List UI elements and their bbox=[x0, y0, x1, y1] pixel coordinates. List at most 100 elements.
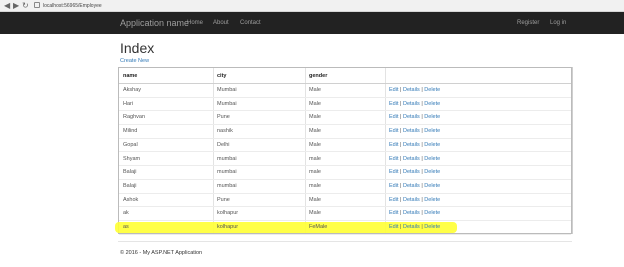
table-row: Balaji mumbai male Edit | Details | Delete bbox=[119, 180, 571, 194]
header-gender: gender bbox=[309, 73, 328, 79]
cell-city: kolhapur bbox=[217, 224, 239, 230]
link-separator: | bbox=[421, 169, 423, 176]
edit-link[interactable]: Edit bbox=[389, 114, 398, 120]
cell-city: mumbai bbox=[217, 155, 237, 162]
brand-link[interactable]: Application name bbox=[120, 17, 189, 29]
back-icon[interactable]: ◀ bbox=[4, 1, 10, 11]
delete-link[interactable]: Delete bbox=[424, 101, 440, 107]
row-actions: Edit | Details | Delete bbox=[389, 153, 440, 167]
delete-link[interactable]: Delete bbox=[424, 142, 440, 148]
link-separator: | bbox=[421, 210, 423, 217]
edit-link[interactable]: Edit bbox=[389, 169, 398, 175]
cell-gender: Male bbox=[309, 210, 321, 217]
details-link[interactable]: Details bbox=[403, 87, 420, 93]
cell-city: Delhi bbox=[217, 141, 230, 148]
link-separator: | bbox=[400, 128, 402, 135]
cell-name: Ashok bbox=[123, 196, 139, 203]
table-shadow bbox=[572, 67, 573, 234]
details-link[interactable]: Details bbox=[403, 210, 420, 216]
cell-name: ak bbox=[123, 210, 129, 217]
link-separator: | bbox=[421, 87, 423, 93]
cell-city: mumbai bbox=[217, 182, 237, 189]
link-separator: | bbox=[400, 155, 402, 162]
row-actions: Edit | Details | Delete bbox=[389, 166, 440, 180]
footer-text: © 2016 - My ASP.NET Application bbox=[120, 250, 203, 256]
row-actions: Edit | Details | Delete bbox=[389, 111, 440, 125]
nav-register-link[interactable]: Register bbox=[517, 19, 539, 27]
edit-link[interactable]: Edit bbox=[389, 197, 398, 203]
link-separator: | bbox=[400, 196, 402, 203]
page-icon bbox=[34, 2, 40, 8]
delete-link[interactable]: Delete bbox=[424, 169, 440, 175]
edit-link[interactable]: Edit bbox=[389, 156, 398, 162]
cell-name: Raghvan bbox=[123, 114, 146, 121]
link-separator: | bbox=[421, 100, 423, 107]
footer-divider bbox=[118, 241, 572, 242]
cell-name: Hari bbox=[123, 100, 134, 107]
cell-name: Shyam bbox=[123, 155, 141, 162]
link-separator: | bbox=[400, 210, 402, 217]
table-row: Raghvan Pune Male Edit | Details | Delete bbox=[119, 111, 571, 126]
details-link[interactable]: Details bbox=[403, 197, 420, 203]
row-actions: Edit | Details | Delete bbox=[389, 221, 440, 235]
cell-city: Mumbai bbox=[217, 87, 237, 93]
row-actions: Edit | Details | Delete bbox=[389, 194, 440, 208]
link-separator: | bbox=[400, 100, 402, 107]
cell-name: Gopal bbox=[123, 141, 138, 148]
forward-icon[interactable]: ▶ bbox=[13, 1, 19, 11]
details-link[interactable]: Details bbox=[403, 101, 420, 107]
table-row: Hari Mumbai Male Edit | Details | Delete bbox=[119, 98, 571, 112]
link-separator: | bbox=[421, 128, 423, 135]
details-link[interactable]: Details bbox=[403, 183, 420, 189]
link-separator: | bbox=[400, 114, 402, 121]
table-row: as kolhapur FeMale Edit | Details | Delete bbox=[115, 221, 571, 235]
details-link[interactable]: Details bbox=[403, 156, 420, 162]
table-row: Milind nashik Male Edit | Details | Delete bbox=[119, 125, 571, 139]
link-separator: | bbox=[400, 87, 402, 93]
delete-link[interactable]: Delete bbox=[424, 128, 440, 134]
cell-city: Pune bbox=[217, 196, 230, 203]
cell-name: Milind bbox=[123, 128, 138, 135]
cell-name: Balaji bbox=[123, 182, 137, 189]
cell-gender: Male bbox=[309, 87, 321, 93]
address-bar[interactable]: localhost:56965/Employee bbox=[43, 1, 102, 11]
details-link[interactable]: Details bbox=[403, 128, 420, 134]
nav-login-link[interactable]: Log in bbox=[550, 19, 566, 27]
delete-link[interactable]: Delete bbox=[424, 197, 440, 203]
edit-link[interactable]: Edit bbox=[389, 142, 398, 148]
row-actions: Edit | Details | Delete bbox=[389, 98, 440, 112]
nav-home-link[interactable]: Home bbox=[187, 19, 203, 27]
nav-about-link[interactable]: About bbox=[213, 19, 229, 27]
delete-link[interactable]: Delete bbox=[424, 183, 440, 189]
delete-link[interactable]: Delete bbox=[424, 224, 440, 230]
edit-link[interactable]: Edit bbox=[389, 210, 398, 216]
delete-link[interactable]: Delete bbox=[424, 114, 440, 120]
row-actions: Edit | Details | Delete bbox=[389, 180, 440, 194]
edit-link[interactable]: Edit bbox=[389, 224, 398, 230]
delete-link[interactable]: Delete bbox=[424, 156, 440, 162]
edit-link[interactable]: Edit bbox=[389, 183, 398, 189]
link-separator: | bbox=[421, 182, 423, 189]
page-title: Index bbox=[120, 40, 155, 56]
edit-link[interactable]: Edit bbox=[389, 128, 398, 134]
cell-city: Pune bbox=[217, 114, 230, 121]
details-link[interactable]: Details bbox=[403, 142, 420, 148]
delete-link[interactable]: Delete bbox=[424, 87, 440, 93]
row-actions: Edit | Details | Delete bbox=[389, 139, 440, 153]
delete-link[interactable]: Delete bbox=[424, 210, 440, 216]
nav-contact-link[interactable]: Contact bbox=[240, 19, 261, 27]
table-row: Ashok Pune Male Edit | Details | Delete bbox=[119, 194, 571, 208]
link-separator: | bbox=[400, 169, 402, 176]
edit-link[interactable]: Edit bbox=[389, 87, 398, 93]
cell-gender: Male bbox=[309, 114, 321, 121]
cell-gender: male bbox=[309, 155, 321, 162]
create-new-link[interactable]: Create New bbox=[120, 58, 149, 65]
details-link[interactable]: Details bbox=[403, 224, 420, 230]
edit-link[interactable]: Edit bbox=[389, 101, 398, 107]
cell-name: as bbox=[123, 224, 129, 230]
details-link[interactable]: Details bbox=[403, 114, 420, 120]
top-navbar: Application name Home About Contact Regi… bbox=[0, 12, 624, 34]
header-city: city bbox=[217, 73, 227, 79]
reload-icon[interactable]: ↻ bbox=[22, 1, 29, 11]
details-link[interactable]: Details bbox=[403, 169, 420, 175]
